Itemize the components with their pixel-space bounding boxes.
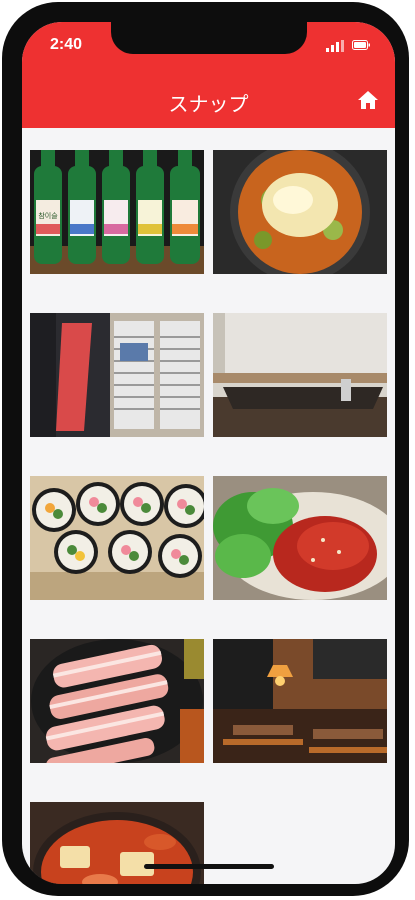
signal-icon — [326, 40, 344, 52]
photo-pork-belly[interactable] — [30, 639, 204, 763]
photo-restaurant-interior[interactable] — [213, 639, 387, 763]
home-icon[interactable] — [357, 90, 379, 110]
photo-cheese-stew[interactable] — [213, 150, 387, 274]
bottle-label: 참이슬 — [38, 211, 58, 220]
battery-icon — [352, 40, 370, 50]
photo-shop-entrance[interactable] — [30, 313, 204, 437]
photo-soju-bottles[interactable]: 참이슬 — [30, 150, 204, 274]
photo-kimbap[interactable] — [30, 476, 204, 600]
page-title: スナップ — [168, 92, 249, 116]
photo-empty-room[interactable] — [213, 313, 387, 437]
photo-spicy-salad[interactable] — [213, 476, 387, 600]
notch — [111, 22, 307, 54]
app-header: 2:40 スナップ — [22, 22, 395, 128]
home-indicator[interactable] — [144, 864, 274, 869]
phone-frame: 2:40 スナップ 참이슬 — [2, 2, 409, 896]
photo-kimchi-stew[interactable] — [30, 802, 204, 884]
status-time: 2:40 — [50, 36, 83, 53]
app-screen: 2:40 スナップ 참이슬 — [22, 22, 395, 884]
